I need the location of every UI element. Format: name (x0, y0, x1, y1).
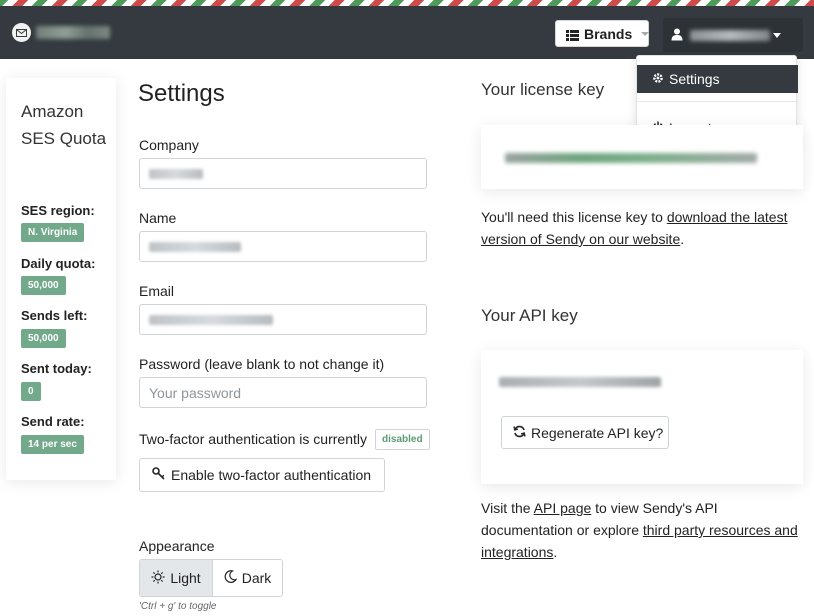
brands-button[interactable]: Brands (555, 20, 650, 47)
quota-badge-today: 0 (21, 382, 41, 401)
user-icon (671, 28, 683, 44)
license-title: Your license key (481, 80, 605, 99)
light-mode-button[interactable]: Light (140, 560, 213, 596)
user-menu-toggle[interactable] (663, 18, 803, 52)
gear-icon (652, 71, 664, 87)
email-field[interactable] (139, 304, 427, 335)
appearance-label: Appearance (139, 538, 215, 554)
dropdown-divider (637, 101, 798, 102)
quota-label-left: Sends left: (21, 308, 88, 323)
license-key-redacted (505, 153, 757, 163)
dark-mode-button[interactable]: Dark (213, 560, 282, 596)
password-label: Password (leave blank to not change it) (139, 356, 385, 372)
api-text-3: . (553, 544, 558, 560)
license-key-box (481, 125, 803, 189)
quota-label-daily: Daily quota: (21, 256, 96, 271)
navbar: Brands (0, 6, 814, 59)
company-value-redacted (149, 169, 203, 179)
quota-badge-left: 50,000 (21, 329, 66, 348)
dropdown-settings-label: Settings (669, 71, 720, 87)
refresh-icon (513, 425, 526, 441)
email-label: Email (139, 283, 175, 299)
api-text-1: Visit the (481, 500, 534, 516)
list-icon (566, 28, 579, 41)
username-redacted (690, 30, 770, 41)
name-value-redacted (149, 242, 241, 252)
regenerate-api-key-button[interactable]: Regenerate API key? (501, 416, 669, 449)
password-field[interactable] (139, 377, 427, 408)
quota-title: Amazon SES Quota (21, 102, 107, 148)
license-description: You'll need this license key to download… (481, 206, 803, 250)
company-field[interactable] (139, 158, 427, 189)
enable-tfa-label: Enable two-factor authentication (171, 467, 372, 483)
key-icon (152, 467, 165, 483)
quota-badge-rate: 14 per sec (21, 435, 84, 454)
license-text: You'll need this license key to (481, 209, 667, 225)
name-field[interactable] (139, 231, 427, 262)
company-label: Company (139, 137, 199, 153)
toggle-hint: 'Ctrl + g' to toggle (139, 601, 217, 612)
tfa-status-text: Two-factor authentication is currently (139, 431, 367, 447)
appearance-toggle: Light Dark (139, 559, 283, 597)
email-value-redacted (149, 315, 273, 325)
quota-badge-daily: 50,000 (21, 276, 66, 295)
moon-icon (224, 570, 238, 586)
ses-quota-card: Amazon SES Quota SES region: N. Virginia… (6, 78, 116, 480)
enable-tfa-button[interactable]: Enable two-factor authentication (139, 458, 385, 492)
brands-label: Brands (584, 25, 633, 42)
api-key-box: Regenerate API key? (481, 350, 803, 484)
quota-label-region: SES region: (21, 203, 95, 218)
api-description: Visit the API page to view Sendy's API d… (481, 497, 803, 563)
quota-label-today: Sent today: (21, 361, 92, 376)
sun-icon (151, 570, 165, 587)
quota-label-rate: Send rate: (21, 414, 85, 429)
license-text-end: . (680, 231, 685, 247)
dark-mode-label: Dark (241, 570, 272, 586)
api-page-link[interactable]: API page (534, 500, 592, 516)
app-name-redacted[interactable] (36, 26, 110, 39)
page-title: Settings (138, 80, 225, 107)
regenerate-label: Regenerate API key? (531, 424, 664, 441)
chevron-down-icon (641, 31, 650, 36)
dropdown-item-settings[interactable]: Settings (637, 65, 798, 93)
name-label: Name (139, 210, 177, 226)
envelope-icon[interactable] (12, 23, 31, 42)
chevron-down-icon (773, 33, 781, 38)
api-title: Your API key (481, 306, 578, 325)
quota-badge-region: N. Virginia (21, 223, 85, 242)
api-key-redacted (499, 377, 661, 387)
light-mode-label: Light (170, 570, 201, 586)
tfa-status-badge: disabled (375, 429, 430, 450)
